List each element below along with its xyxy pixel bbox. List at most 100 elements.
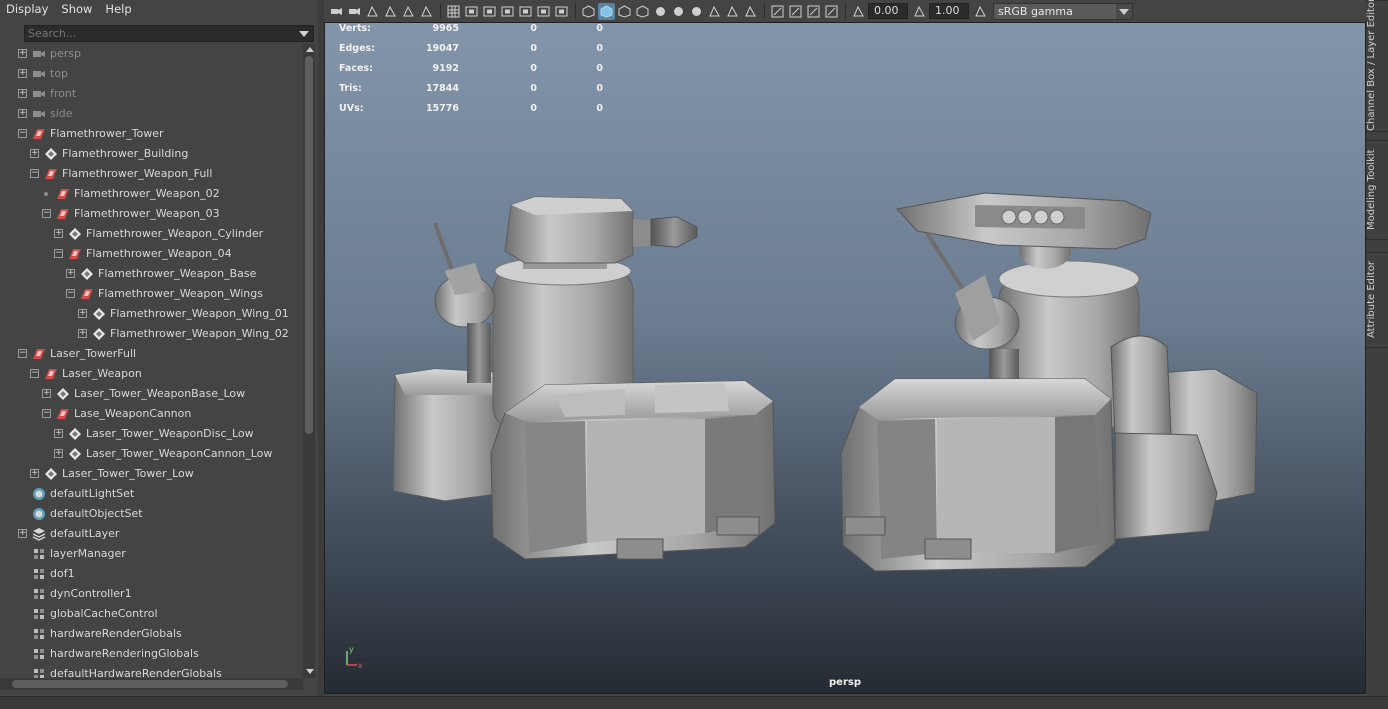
anti-alias-icon[interactable] — [724, 3, 741, 20]
expand-plus-icon[interactable]: + — [54, 229, 63, 238]
grease-pencil-icon[interactable] — [418, 3, 435, 20]
outliner-item[interactable]: − Flamethrower_Weapon_Full — [0, 164, 303, 184]
outliner-item[interactable]: + Flamethrower_Weapon_Base — [0, 264, 303, 284]
outliner-item[interactable]: − Flamethrower_Weapon_04 — [0, 244, 303, 264]
collapse-minus-icon[interactable]: − — [30, 169, 39, 178]
outliner-item[interactable]: hardwareRenderingGlobals — [0, 644, 303, 664]
expand-plus-icon[interactable]: + — [30, 469, 39, 478]
expand-plus-icon[interactable]: + — [30, 149, 39, 158]
xray-icon[interactable] — [787, 3, 804, 20]
tab-modeling-toolkit[interactable]: Modeling Toolkit — [1366, 140, 1388, 240]
wireframe-icon[interactable] — [580, 3, 597, 20]
outliner-item[interactable]: + Flamethrower_Weapon_Wing_01 — [0, 304, 303, 324]
use-lights-icon[interactable] — [652, 3, 669, 20]
persp-viewport[interactable]: Verts: 9965 0 0 Edges: 19047 0 0 Faces: 9192 0 0 Tri… — [324, 22, 1366, 694]
expand-plus-icon[interactable]: + — [18, 49, 27, 58]
scroll-down-arrow-icon[interactable] — [306, 669, 314, 674]
xray-components-icon[interactable] — [823, 3, 840, 20]
outliner-item[interactable]: defaultObjectSet — [0, 504, 303, 524]
exposure-field[interactable]: 0.00 — [868, 3, 908, 19]
camera-select-icon[interactable] — [328, 3, 345, 20]
expand-plus-icon[interactable]: + — [54, 449, 63, 458]
smooth-shade-icon[interactable] — [598, 2, 615, 20]
color-management-icon[interactable] — [972, 3, 989, 20]
safe-title-icon[interactable] — [553, 3, 570, 20]
outliner-item[interactable]: + Laser_Tower_Tower_Low — [0, 464, 303, 484]
collapse-minus-icon[interactable]: − — [18, 349, 27, 358]
vertical-scroll-thumb[interactable] — [305, 56, 313, 434]
exposure-icon[interactable] — [850, 3, 867, 20]
outliner-item[interactable]: + Laser_Tower_WeaponCannon_Low — [0, 444, 303, 464]
image-plane-icon[interactable] — [382, 3, 399, 20]
outliner-item[interactable]: + top — [0, 64, 303, 84]
outliner-item[interactable]: + Laser_Tower_WeaponBase_Low — [0, 384, 303, 404]
outliner-vertical-scrollbar[interactable] — [303, 44, 315, 678]
motion-blur-icon[interactable] — [706, 3, 723, 20]
2d-pan-zoom-icon[interactable] — [400, 3, 417, 20]
search-input[interactable] — [25, 27, 299, 40]
camera-attr-icon[interactable] — [346, 3, 363, 20]
gamma-icon[interactable] — [911, 3, 928, 20]
expand-plus-icon[interactable]: + — [18, 529, 27, 538]
shadows-icon[interactable] — [670, 3, 687, 20]
collapse-minus-icon[interactable]: − — [42, 209, 51, 218]
outliner-item[interactable]: − Laser_Weapon — [0, 364, 303, 384]
textured-icon[interactable] — [634, 3, 651, 20]
xray-joints-icon[interactable] — [805, 3, 822, 20]
outliner-item[interactable]: + persp — [0, 44, 303, 64]
expand-plus-icon[interactable]: + — [54, 429, 63, 438]
outliner-item[interactable]: + Laser_Tower_WeaponDisc_Low — [0, 424, 303, 444]
collapse-minus-icon[interactable]: − — [42, 409, 51, 418]
menu-display[interactable]: Display — [0, 2, 55, 16]
collapse-minus-icon[interactable]: − — [54, 249, 63, 258]
expand-plus-icon[interactable]: + — [42, 389, 51, 398]
dof-icon[interactable] — [742, 3, 759, 20]
field-chart-icon[interactable] — [517, 3, 534, 20]
outliner-item[interactable]: + Flamethrower_Weapon_Cylinder — [0, 224, 303, 244]
collapse-minus-icon[interactable]: − — [18, 129, 27, 138]
collapse-minus-icon[interactable]: − — [66, 289, 75, 298]
outliner-item[interactable]: dynController1 — [0, 584, 303, 604]
expand-plus-icon[interactable]: + — [18, 89, 27, 98]
isolate-icon[interactable] — [769, 3, 786, 20]
gamma-field[interactable]: 1.00 — [929, 3, 969, 19]
outliner-item[interactable]: − Lase_WeaponCannon — [0, 404, 303, 424]
tab-channel-box[interactable]: Channel Box / Layer Editor — [1366, 0, 1388, 132]
film-gate-icon[interactable] — [463, 3, 480, 20]
outliner-item[interactable]: − Flamethrower_Weapon_03 — [0, 204, 303, 224]
outliner-item[interactable]: − Laser_TowerFull — [0, 344, 303, 364]
bookmark-icon[interactable] — [364, 3, 381, 20]
outliner-horizontal-scrollbar[interactable] — [0, 678, 303, 690]
search-options-chevron-icon[interactable] — [299, 30, 309, 37]
outliner-item[interactable]: dof1 — [0, 564, 303, 584]
outliner-item[interactable]: + front — [0, 84, 303, 104]
scroll-up-arrow-icon[interactable] — [306, 47, 314, 52]
outliner-item[interactable]: + defaultLayer — [0, 524, 303, 544]
outliner-item[interactable]: defaultLightSet — [0, 484, 303, 504]
outliner-item[interactable]: globalCacheControl — [0, 604, 303, 624]
expand-plus-icon[interactable]: + — [78, 329, 87, 338]
horizontal-scroll-thumb[interactable] — [12, 680, 288, 688]
ambient-occlusion-icon[interactable] — [688, 3, 705, 20]
safe-action-icon[interactable] — [535, 3, 552, 20]
outliner-item[interactable]: + side — [0, 104, 303, 124]
outliner-item[interactable]: layerManager — [0, 544, 303, 564]
chevron-down-icon[interactable] — [1116, 3, 1132, 19]
tab-attribute-editor[interactable]: Attribute Editor — [1366, 252, 1388, 348]
outliner-item[interactable]: defaultHardwareRenderGlobals — [0, 664, 303, 678]
outliner-item[interactable]: − Flamethrower_Weapon_Wings — [0, 284, 303, 304]
outliner-item[interactable]: − Flamethrower_Tower — [0, 124, 303, 144]
grid-icon[interactable] — [445, 3, 462, 20]
menu-show[interactable]: Show — [55, 2, 99, 16]
collapse-minus-icon[interactable]: − — [30, 369, 39, 378]
expand-plus-icon[interactable]: + — [18, 69, 27, 78]
outliner-item[interactable]: + Flamethrower_Building — [0, 144, 303, 164]
expand-plus-icon[interactable]: + — [78, 309, 87, 318]
resolution-gate-icon[interactable] — [481, 3, 498, 20]
menu-help[interactable]: Help — [99, 2, 138, 16]
expand-plus-icon[interactable]: + — [18, 109, 27, 118]
gate-mask-icon[interactable] — [499, 3, 516, 20]
expand-plus-icon[interactable]: + — [66, 269, 75, 278]
colorspace-dropdown[interactable]: sRGB gamma — [993, 2, 1133, 20]
outliner-item[interactable]: + Flamethrower_Weapon_Wing_02 — [0, 324, 303, 344]
